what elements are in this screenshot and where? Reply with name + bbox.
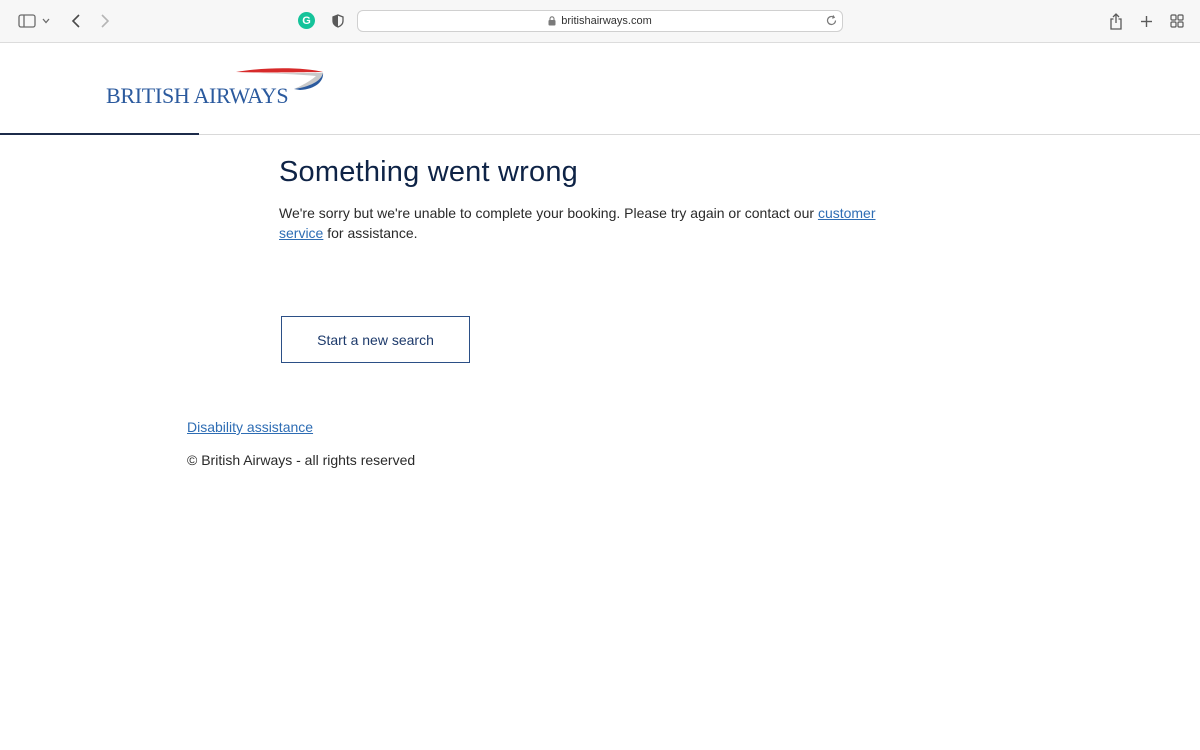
address-bar[interactable]: britishairways.com [357, 10, 843, 32]
forward-arrow-icon[interactable] [92, 9, 118, 33]
disability-assistance-link[interactable]: Disability assistance [187, 419, 415, 435]
british-airways-logo[interactable]: BRITISH AIRWAYS [106, 68, 326, 110]
start-new-search-button[interactable]: Start a new search [281, 316, 470, 363]
new-tab-plus-icon[interactable] [1133, 9, 1159, 33]
error-message: We're sorry but we're unable to complete… [279, 203, 919, 243]
url-text: britishairways.com [561, 15, 652, 27]
copyright-text: © British Airways - all rights reserved [187, 452, 416, 468]
tab-overview-icon[interactable] [1164, 9, 1190, 33]
back-arrow-icon[interactable] [63, 9, 89, 33]
error-message-text: We're sorry but we're unable to complete… [279, 205, 818, 221]
header-active-indicator [0, 133, 199, 135]
reload-icon[interactable] [825, 14, 838, 27]
speedmarque-swoosh-icon [236, 68, 324, 90]
privacy-shield-icon[interactable] [325, 9, 351, 33]
browser-toolbar: G britishairways.com [0, 0, 1200, 43]
page-title: Something went wrong [279, 156, 578, 188]
lock-icon [548, 16, 556, 26]
error-message-suffix: for assistance. [323, 225, 418, 241]
share-icon[interactable] [1103, 9, 1129, 33]
chevron-down-icon[interactable] [36, 9, 56, 33]
page-footer: Disability assistance © British Airways … [187, 419, 415, 468]
site-header: BRITISH AIRWAYS [0, 44, 1200, 135]
grammarly-extension-icon[interactable]: G [298, 12, 315, 29]
error-content: Something went wrong We're sorry but we'… [279, 156, 919, 243]
